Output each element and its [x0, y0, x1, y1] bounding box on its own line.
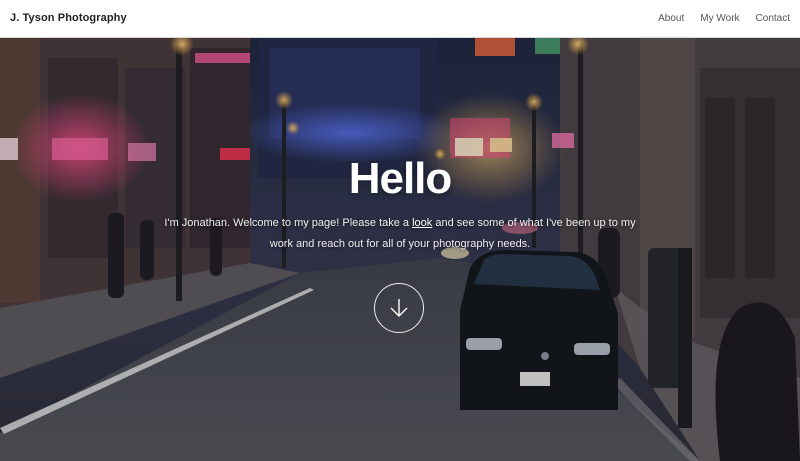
top-navbar: J. Tyson Photography About My Work Conta… [0, 0, 800, 38]
hero-title: Hello [348, 154, 453, 203]
nav-links: About My Work Contact [658, 13, 790, 24]
hero-intro-text: I'm Jonathan. Welcome to my page! Please… [160, 213, 640, 255]
arrow-down-icon [390, 299, 408, 317]
hero-section: Hello I'm Jonathan. Welcome to my page! … [0, 38, 800, 461]
brand-link[interactable]: J. Tyson Photography [10, 12, 127, 24]
hero-content: Hello I'm Jonathan. Welcome to my page! … [0, 151, 800, 255]
nav-link-contact[interactable]: Contact [756, 13, 790, 24]
hero-intro-part-1: I'm Jonathan. Welcome to my page! Please… [164, 217, 413, 229]
page: J. Tyson Photography About My Work Conta… [0, 0, 800, 461]
scroll-down-button[interactable] [374, 283, 424, 333]
nav-link-about[interactable]: About [658, 13, 684, 24]
nav-link-my-work[interactable]: My Work [700, 13, 739, 24]
look-link[interactable]: look [412, 217, 432, 229]
